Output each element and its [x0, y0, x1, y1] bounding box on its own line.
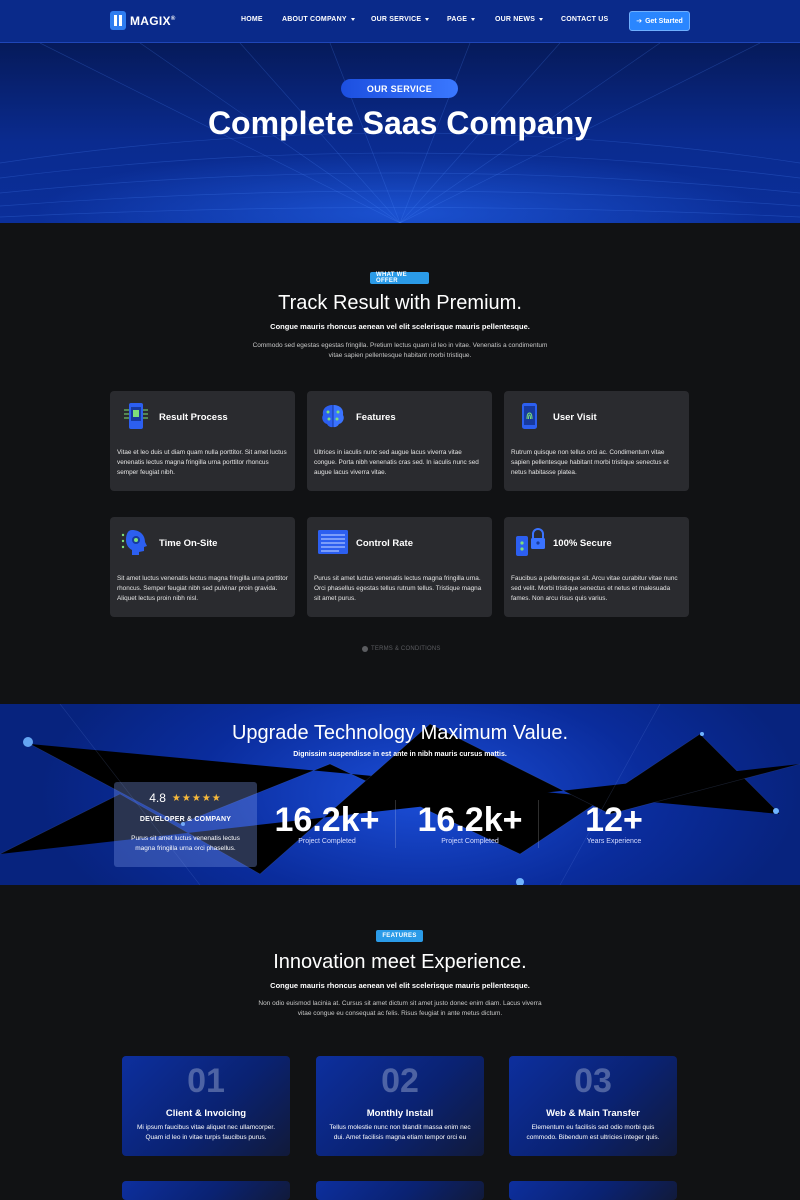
- card-title: User Visit: [553, 412, 597, 423]
- star-rating-icon: ★★★★★: [171, 792, 222, 804]
- feature-title: Client & Invoicing: [165, 1108, 247, 1119]
- feature-card-partial[interactable]: [509, 1181, 677, 1200]
- phone-chip-icon: [124, 403, 148, 429]
- chevron-down-icon: [471, 17, 476, 21]
- nav-link-about-company[interactable]: ABOUT COMPANY: [282, 16, 371, 23]
- features-description: Non odio euismod lacinia at. Cursus sit …: [258, 1000, 542, 1017]
- nav-link-home[interactable]: HOME: [241, 16, 282, 23]
- features-subheading: Congue mauris rhoncus aenean vel elit sc…: [270, 981, 530, 990]
- hero-pill-label: OUR SERVICE: [341, 79, 458, 98]
- brain-circuit-icon: [322, 405, 344, 428]
- hero-banner: OUR SERVICE Complete Saas Company: [0, 43, 800, 223]
- info-icon: [362, 646, 368, 652]
- chevron-down-icon: [350, 17, 355, 21]
- features-heading: Innovation meet Experience.: [273, 951, 527, 973]
- feature-card-partial[interactable]: [122, 1181, 290, 1200]
- feature-title: Monthly Install: [366, 1108, 434, 1119]
- stats-band: Upgrade Technology Maximum Value. Dignis…: [0, 704, 800, 885]
- stat-value: 16.2k+: [274, 801, 380, 839]
- chevron-down-icon: [425, 17, 430, 21]
- logo-icon: [110, 11, 126, 30]
- service-card-user-visit[interactable]: User Visit Rutrum quisque non tellus orc…: [504, 391, 689, 491]
- rating-card: 4.8 ★★★★★ DEVELOPER & COMPANY Purus sit …: [114, 782, 257, 867]
- offer-subheading: Congue mauris rhoncus aenean vel elit sc…: [270, 322, 530, 331]
- rating-value: 4.8: [149, 791, 166, 805]
- page-title: Complete Saas Company: [207, 105, 593, 141]
- card-description: Ultrices in iaculis nunc sed augue lacus…: [314, 449, 479, 477]
- nav-link-our-news[interactable]: OUR NEWS: [495, 16, 561, 23]
- card-description: Sit amet luctus venenatis lectus magna f…: [117, 575, 288, 603]
- card-description: Rutrum quisque non tellus orci ac. Condi…: [511, 449, 669, 477]
- feature-card-client-invoicing[interactable]: 01 Client & Invoicing Mi ipsum faucibus …: [122, 1056, 290, 1156]
- feature-card-monthly-install[interactable]: 02 Monthly Install Tellus molestie nunc …: [316, 1056, 484, 1156]
- card-title: 100% Secure: [553, 538, 612, 549]
- phone-lock-icon: [516, 528, 545, 556]
- feature-card-partial[interactable]: [316, 1181, 484, 1200]
- section-tag-features: FEATURES: [376, 930, 423, 942]
- logo-text: MAGIX®: [130, 13, 176, 28]
- card-description: Vitae et leo duis ut diam quam nulla por…: [117, 449, 287, 477]
- feature-description: Elementum eu facilisis sed odio morbi qu…: [526, 1124, 660, 1141]
- arrow-right-icon: ➔: [636, 18, 643, 25]
- server-rack-icon: [318, 530, 348, 554]
- divider: [395, 800, 396, 848]
- stat-projects-1: 16.2k+ Project Completed: [262, 802, 392, 845]
- offer-description: Commodo sed egestas egestas fringilla. P…: [252, 342, 548, 359]
- card-title: Control Rate: [356, 538, 413, 549]
- offer-heading: Track Result with Premium.: [278, 292, 522, 314]
- stat-value: 12+: [585, 801, 643, 839]
- feature-title: Web & Main Transfer: [546, 1108, 640, 1119]
- feature-number: 03: [574, 1062, 612, 1100]
- band-heading: Upgrade Technology Maximum Value.: [231, 722, 569, 744]
- chevron-down-icon: [539, 17, 544, 21]
- card-description: Faucibus a pellentesque sit. Arcu vitae …: [511, 575, 678, 603]
- get-started-button[interactable]: ➔ Get Started: [629, 11, 690, 31]
- card-description: Purus sit amet luctus venenatis lectus m…: [314, 575, 482, 603]
- stat-label: Project Completed: [441, 838, 499, 845]
- feature-number: 01: [187, 1062, 225, 1100]
- section-tag-offer: WHAT WE OFFER: [370, 272, 429, 284]
- nav-link-our-service[interactable]: OUR SERVICE: [371, 16, 447, 23]
- service-card-time-on-site[interactable]: Time On-Site Sit amet luctus venenatis l…: [110, 517, 295, 617]
- brand-logo[interactable]: MAGIX®: [110, 11, 176, 30]
- nav-link-contact-us[interactable]: CONTACT US: [561, 16, 608, 23]
- service-card-result-process[interactable]: Result Process Vitae et leo duis ut diam…: [110, 391, 295, 491]
- feature-number: 02: [381, 1062, 419, 1100]
- divider: [538, 800, 539, 848]
- service-card-control-rate[interactable]: Control Rate Purus sit amet luctus venen…: [307, 517, 492, 617]
- service-card-secure[interactable]: 100% Secure Faucibus a pellentesque sit.…: [504, 517, 689, 617]
- phone-fingerprint-icon: [522, 403, 537, 429]
- feature-card-web-main-transfer[interactable]: 03 Web & Main Transfer Elementum eu faci…: [509, 1056, 677, 1156]
- stat-label: Years Experience: [586, 838, 642, 845]
- nav-link-page[interactable]: PAGE: [447, 16, 495, 23]
- feature-description: Tellus molestie nunc non blandit massa e…: [329, 1124, 471, 1141]
- stat-value: 16.2k+: [417, 801, 523, 839]
- nav-menu: HOME ABOUT COMPANY OUR SERVICE PAGE OUR …: [241, 16, 608, 23]
- card-title: Time On-Site: [159, 538, 218, 549]
- card-title: Result Process: [159, 412, 228, 423]
- stat-years: 12+ Years Experience: [549, 802, 679, 845]
- terms-link[interactable]: TERMS & CONDITIONS: [362, 646, 441, 652]
- rating-description: Purus sit amet luctus venenatis lectus m…: [131, 835, 240, 852]
- band-subheading: Dignissim suspendisse in est ante in nib…: [293, 751, 507, 758]
- head-circuit-icon: [121, 530, 147, 555]
- stat-projects-2: 16.2k+ Project Completed: [405, 802, 535, 845]
- service-card-features[interactable]: Features Ultrices in iaculis nunc sed au…: [307, 391, 492, 491]
- card-title: Features: [356, 412, 396, 423]
- feature-description: Mi ipsum faucibus vitae aliquet nec ulla…: [136, 1124, 275, 1141]
- top-navbar: MAGIX® HOME ABOUT COMPANY OUR SERVICE PA…: [0, 0, 800, 43]
- stat-label: Project Completed: [298, 838, 356, 845]
- rating-label: DEVELOPER & COMPANY: [139, 816, 232, 823]
